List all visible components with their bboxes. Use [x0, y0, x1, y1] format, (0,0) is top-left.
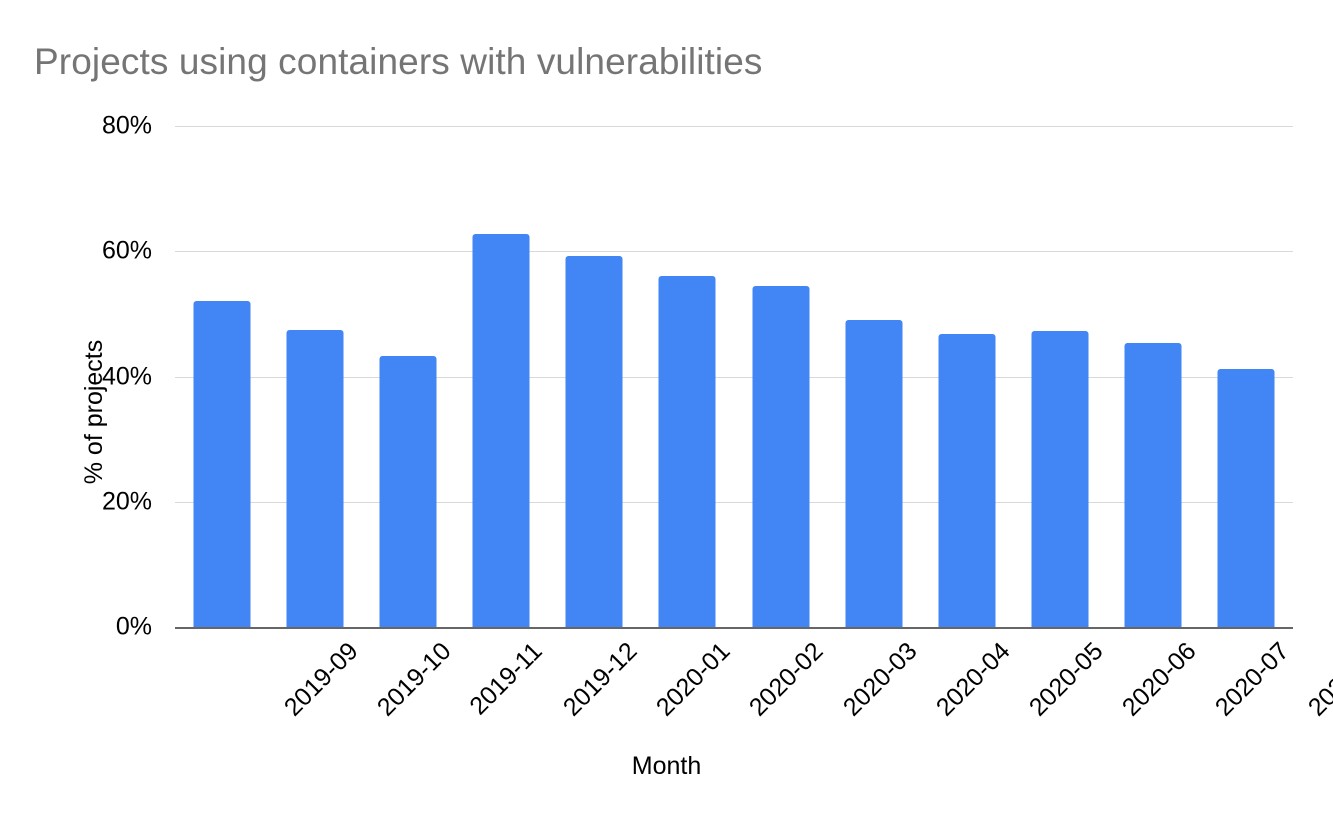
- bar-slot: [455, 126, 548, 627]
- bar-slot: [641, 126, 734, 627]
- bar-chart: Projects using containers with vulnerabi…: [0, 0, 1333, 824]
- x-axis-tick-label: 2019-12: [557, 637, 643, 722]
- x-axis-tick-label: 2020-07: [1210, 637, 1295, 722]
- x-axis-tick-label: 2019-09: [278, 637, 364, 722]
- bar[interactable]: [1031, 331, 1089, 627]
- plot-area: [175, 126, 1293, 629]
- bar-slot: [268, 126, 361, 627]
- y-axis-tick-label: 80%: [101, 111, 152, 140]
- x-axis-tick-label: 2019-10: [371, 637, 457, 722]
- bar[interactable]: [1217, 369, 1275, 627]
- bar[interactable]: [845, 320, 903, 627]
- x-axis-tick-label: 2020-04: [930, 637, 1016, 722]
- bar[interactable]: [193, 301, 251, 627]
- bar[interactable]: [472, 234, 530, 627]
- bars-layer: [175, 126, 1293, 627]
- bar-slot: [734, 126, 827, 627]
- chart-title: Projects using containers with vulnerabi…: [34, 41, 763, 82]
- bar[interactable]: [565, 256, 623, 627]
- bar-slot: [548, 126, 641, 627]
- bar-slot: [920, 126, 1013, 627]
- x-axis-tick-label: 2020-05: [1023, 637, 1109, 722]
- x-axis-tick-label: 2020-01: [651, 637, 736, 722]
- bar[interactable]: [658, 276, 716, 627]
- x-axis-tick-label: 2020-03: [837, 637, 923, 722]
- bar[interactable]: [1124, 343, 1182, 627]
- bar-slot: [361, 126, 454, 627]
- y-axis-tick-label: 20%: [101, 487, 152, 516]
- bar-slot: [827, 126, 920, 627]
- x-axis-tick-label: 2020-08: [1303, 637, 1333, 722]
- bar[interactable]: [379, 356, 437, 627]
- x-axis-tick-label: 2020-06: [1116, 637, 1202, 722]
- y-axis-tick-label: 60%: [101, 236, 152, 265]
- bar-slot: [175, 126, 268, 627]
- bar[interactable]: [938, 333, 996, 627]
- x-axis-tick-label: 2020-02: [744, 637, 829, 722]
- bar[interactable]: [752, 286, 810, 627]
- y-axis-tick-label: 0%: [115, 612, 152, 641]
- bar-slot: [1014, 126, 1107, 627]
- gridline: [175, 627, 1293, 629]
- bar[interactable]: [286, 330, 344, 627]
- bar-slot: [1107, 126, 1200, 627]
- x-axis-tick-label: 2019-11: [464, 637, 548, 721]
- y-axis-tick-label: 40%: [101, 362, 152, 390]
- x-axis-title: Month: [631, 752, 702, 780]
- bar-slot: [1200, 126, 1293, 627]
